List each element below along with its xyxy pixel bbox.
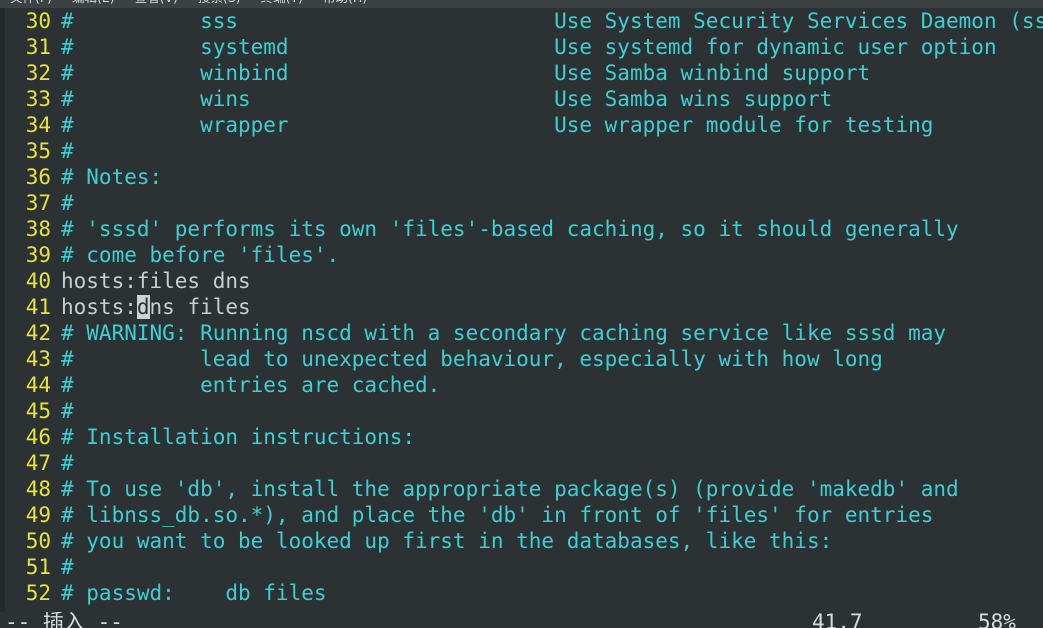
line-number: 31 bbox=[25, 35, 51, 59]
menu-search[interactable]: 搜索(S) bbox=[188, 0, 251, 8]
terminal-viewport[interactable]: 30 # sss Use System Security Services Dae… bbox=[0, 8, 1043, 612]
line-number: 44 bbox=[25, 373, 51, 397]
editor-line[interactable]: 31 # systemd Use systemd for dynamic user… bbox=[5, 34, 1043, 60]
line-number: 35 bbox=[25, 139, 51, 163]
editor-line[interactable]: 34 # wrapper Use wrapper module for testi… bbox=[5, 112, 1043, 138]
line-number: 48 bbox=[25, 477, 51, 501]
line-number: 32 bbox=[25, 61, 51, 85]
line-text: # WARNING: Running nscd with a secondary… bbox=[61, 321, 947, 345]
editor-line[interactable]: 41 hosts:dns files bbox=[5, 294, 1043, 320]
line-text: # bbox=[61, 451, 74, 475]
editor-line[interactable]: 35 # bbox=[5, 138, 1043, 164]
line-number: 33 bbox=[25, 87, 51, 111]
line-text: # wrapper Use wrapper module for testing bbox=[61, 113, 934, 137]
editor-line[interactable]: 45 # bbox=[5, 398, 1043, 424]
line-text: # bbox=[61, 555, 74, 579]
editor-line[interactable]: 33 # wins Use Samba wins support bbox=[5, 86, 1043, 112]
vim-mode-indicator: -- 插入 -- bbox=[5, 612, 123, 628]
line-text: # entries are cached. bbox=[61, 373, 441, 397]
line-number: 37 bbox=[25, 191, 51, 215]
menu-edit[interactable]: 编辑(E) bbox=[62, 0, 125, 8]
line-number: 42 bbox=[25, 321, 51, 345]
text-cursor: d bbox=[136, 295, 150, 319]
line-text: # passwd: db files bbox=[61, 581, 327, 605]
line-number: 51 bbox=[25, 555, 51, 579]
menu-view[interactable]: 查看(V) bbox=[125, 0, 188, 8]
editor-line[interactable]: 39 # come before 'files'. bbox=[5, 242, 1043, 268]
line-number: 45 bbox=[25, 399, 51, 423]
editor-line[interactable]: 46 # Installation instructions: bbox=[5, 424, 1043, 450]
editor-line[interactable]: 48 # To use 'db', install the appropriate… bbox=[5, 476, 1043, 502]
vim-status-line: -- 插入 -- 41,7 58% bbox=[0, 612, 1043, 628]
line-text: # libnss_db.so.*), and place the 'db' in… bbox=[61, 503, 934, 527]
line-text: # 'sssd' performs its own 'files'-based … bbox=[61, 217, 959, 241]
editor-line[interactable]: 50 # you want to be looked up first in th… bbox=[5, 528, 1043, 554]
line-number: 30 bbox=[25, 9, 51, 33]
line-text: # Installation instructions: bbox=[61, 425, 416, 449]
editor-line[interactable]: 36 # Notes: bbox=[5, 164, 1043, 190]
editor-line[interactable]: 51 # bbox=[5, 554, 1043, 580]
editor-line[interactable]: 43 # lead to unexpected behaviour, especi… bbox=[5, 346, 1043, 372]
line-text: # wins Use Samba wins support bbox=[61, 87, 833, 111]
line-text: # come before 'files'. bbox=[61, 243, 340, 267]
editor-line[interactable]: 37 # bbox=[5, 190, 1043, 216]
line-text: # bbox=[61, 399, 74, 423]
line-text: # bbox=[61, 191, 74, 215]
line-text: # winbind Use Samba winbind support bbox=[61, 61, 871, 85]
line-number: 49 bbox=[25, 503, 51, 527]
editor-line[interactable]: 52 # passwd: db files bbox=[5, 580, 1043, 606]
line-text: # you want to be looked up first in the … bbox=[61, 529, 833, 553]
line-number: 39 bbox=[25, 243, 51, 267]
line-text-before-cursor: hosts: bbox=[61, 295, 137, 319]
line-number: 50 bbox=[25, 529, 51, 553]
menu-file[interactable]: 文件(F) bbox=[0, 0, 62, 8]
editor-line[interactable]: 42 # WARNING: Running nscd with a seconda… bbox=[5, 320, 1043, 346]
menu-help[interactable]: 帮助(H) bbox=[313, 0, 377, 8]
line-number: 52 bbox=[25, 581, 51, 605]
editor-line[interactable]: 40 hosts:files dns bbox=[5, 268, 1043, 294]
line-number: 43 bbox=[25, 347, 51, 371]
line-text: # Notes: bbox=[61, 165, 163, 189]
menu-terminal[interactable]: 终端(T) bbox=[251, 0, 313, 8]
vim-scroll-percent: 58% bbox=[978, 612, 1016, 628]
vim-buffer[interactable]: 30 # sss Use System Security Services Dae… bbox=[5, 8, 1043, 606]
line-text: hosts:files dns bbox=[61, 269, 251, 293]
line-number: 36 bbox=[25, 165, 51, 189]
line-text: # lead to unexpected behaviour, especial… bbox=[61, 347, 883, 371]
editor-line[interactable]: 30 # sss Use System Security Services Dae… bbox=[5, 8, 1043, 34]
editor-line[interactable]: 38 # 'sssd' performs its own 'files'-base… bbox=[5, 216, 1043, 242]
line-number: 41 bbox=[25, 295, 51, 319]
line-text: # To use 'db', install the appropriate p… bbox=[61, 477, 959, 501]
line-number: 34 bbox=[25, 113, 51, 137]
line-text: # systemd Use systemd for dynamic user o… bbox=[61, 35, 997, 59]
editor-line[interactable]: 32 # winbind Use Samba winbind support bbox=[5, 60, 1043, 86]
line-number: 46 bbox=[25, 425, 51, 449]
editor-line[interactable]: 47 # bbox=[5, 450, 1043, 476]
editor-line[interactable]: 49 # libnss_db.so.*), and place the 'db' … bbox=[5, 502, 1043, 528]
editor-line[interactable]: 44 # entries are cached. bbox=[5, 372, 1043, 398]
line-text-after-cursor: ns files bbox=[149, 295, 251, 319]
vim-cursor-position: 41,7 bbox=[812, 612, 863, 628]
line-text: # sss Use System Security Services Daemo… bbox=[61, 9, 1043, 33]
line-number: 38 bbox=[25, 217, 51, 241]
line-number: 47 bbox=[25, 451, 51, 475]
line-text: # bbox=[61, 139, 74, 163]
line-number: 40 bbox=[25, 269, 51, 293]
window-menu-bar[interactable]: 文件(F)编辑(E)查看(V)搜索(S)终端(T)帮助(H) bbox=[0, 0, 1043, 8]
